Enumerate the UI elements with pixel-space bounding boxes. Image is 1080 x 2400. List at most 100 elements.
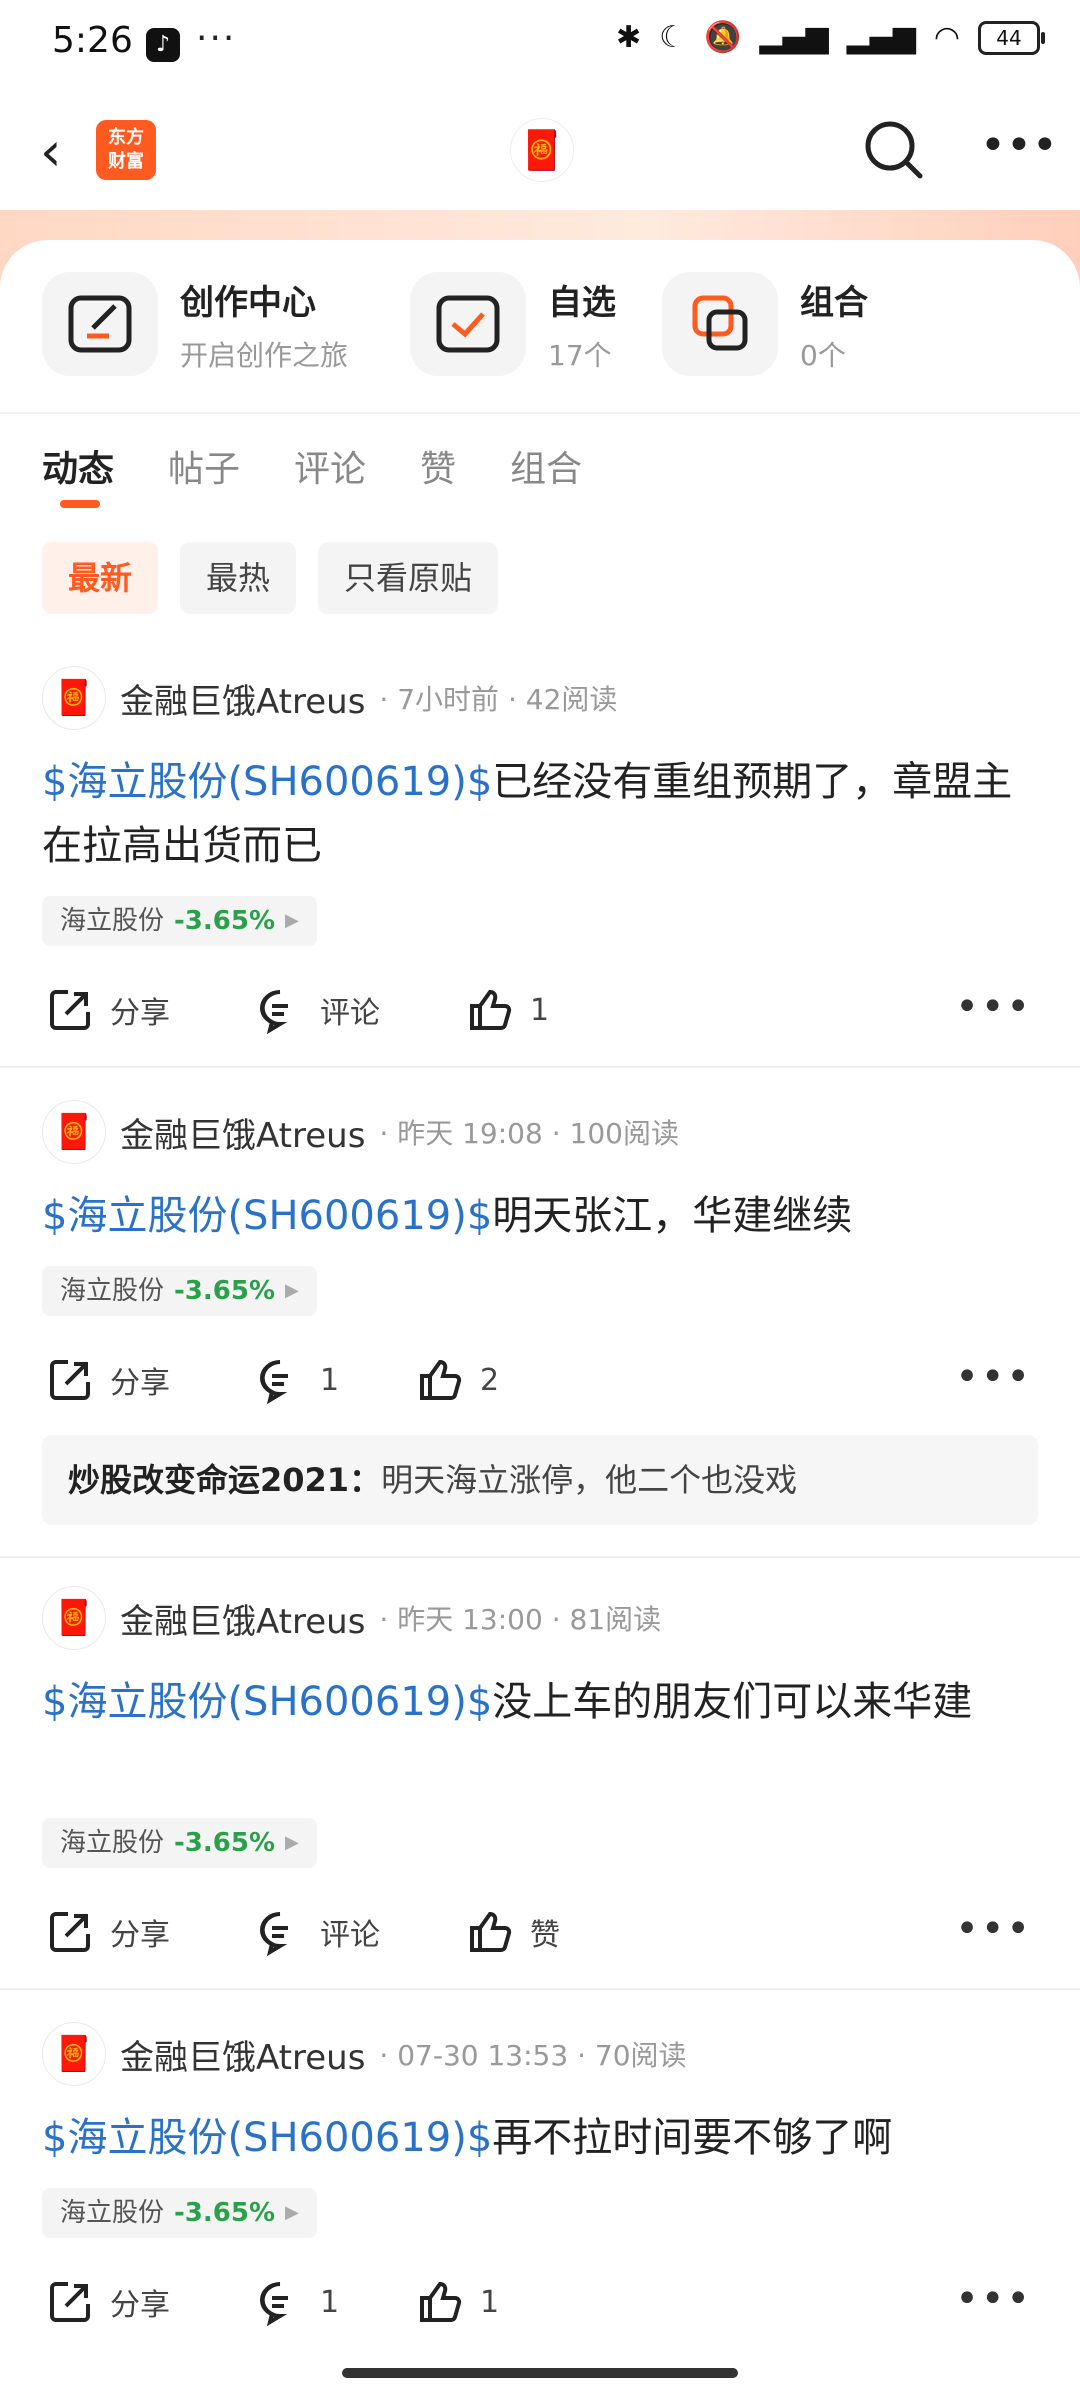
- post-actions: 分享 评论 1 •••: [42, 978, 1042, 1042]
- share-button[interactable]: 分享: [46, 1908, 170, 1956]
- back-icon[interactable]: ‹: [40, 120, 62, 183]
- quick-link-sub: 0个: [800, 338, 846, 372]
- tab-portfolio[interactable]: 组合: [510, 440, 582, 492]
- post-content[interactable]: $海立股份(SH600619)$没上车的朋友们可以来华建: [42, 1670, 1038, 1734]
- edit-icon: [42, 272, 158, 376]
- author-avatar[interactable]: 🧧: [42, 1586, 106, 1650]
- post-text: 再不拉时间要不够了啊: [492, 2115, 893, 2161]
- tab-comments[interactable]: 评论: [294, 440, 366, 492]
- post-content[interactable]: $海立股份(SH600619)$再不拉时间要不够了啊: [42, 2106, 1038, 2170]
- quick-link-title: 组合: [800, 282, 868, 323]
- like-button[interactable]: 赞: [466, 1908, 560, 1956]
- post-content[interactable]: $海立股份(SH600619)$明天张江，华建继续: [42, 1184, 1038, 1248]
- post-divider: [0, 1066, 1080, 1068]
- post-time: · 07-30 13:53 · 70阅读: [379, 2039, 687, 2072]
- post-divider: [0, 1988, 1080, 1990]
- post-time: · 昨天 19:08 · 100阅读: [379, 1117, 679, 1150]
- post-more-icon[interactable]: •••: [955, 1354, 1032, 1400]
- share-icon: [50, 990, 90, 1030]
- tab-dynamic[interactable]: 动态: [42, 440, 114, 508]
- quick-link-title: 自选: [548, 282, 616, 323]
- comment-button[interactable]: 1: [256, 2278, 339, 2326]
- comment-button[interactable]: 评论: [256, 986, 380, 1034]
- like-button[interactable]: 1: [416, 2278, 499, 2326]
- filter-latest[interactable]: 最新: [42, 542, 159, 614]
- post-actions: 分享 1 2 •••: [42, 1348, 1042, 1412]
- comment-button[interactable]: 1: [256, 1356, 339, 1404]
- stock-link[interactable]: $海立股份(SH600619)$: [42, 1679, 492, 1725]
- more-icon[interactable]: •••: [980, 120, 1058, 171]
- quick-link-sub: 开启创作之旅: [180, 338, 349, 372]
- user-avatar[interactable]: 🧧: [510, 118, 574, 182]
- stock-tag[interactable]: 海立股份 -3.65% ▶: [42, 1818, 317, 1868]
- triangle-right-icon: ▶: [285, 2202, 299, 2223]
- comment-icon: [260, 1360, 288, 1404]
- comment-icon: [260, 990, 288, 1034]
- stock-link[interactable]: $海立股份(SH600619)$: [42, 759, 492, 805]
- comment-button[interactable]: 评论: [256, 1908, 380, 1956]
- status-more-icon: ···: [196, 18, 237, 59]
- post-text: 没上车的朋友们可以来华建: [492, 1679, 973, 1725]
- post-more-icon[interactable]: •••: [955, 984, 1032, 1030]
- post-actions: 分享 1 1 •••: [42, 2270, 1042, 2334]
- share-icon: [50, 1360, 90, 1400]
- like-button[interactable]: 2: [416, 1356, 499, 1404]
- quick-link-watchlist[interactable]: 自选 17个: [410, 272, 616, 376]
- comment-icon: [260, 1912, 288, 1956]
- share-icon: [50, 2282, 90, 2322]
- quick-link-title: 创作中心: [180, 282, 316, 323]
- stock-tag[interactable]: 海立股份 -3.65% ▶: [42, 2188, 317, 2238]
- author-name[interactable]: 金融巨饿Atreus: [120, 1108, 365, 1157]
- author-avatar[interactable]: 🧧: [42, 2022, 106, 2086]
- thumbs-up-icon: [420, 1359, 462, 1400]
- app-logo[interactable]: 东方 财富: [96, 120, 156, 180]
- post-content[interactable]: $海立股份(SH600619)$已经没有重组预期了，章盟主在拉高出货而已: [42, 750, 1038, 878]
- search-icon[interactable]: [858, 114, 930, 186]
- tab-likes[interactable]: 赞: [420, 440, 456, 492]
- share-button[interactable]: 分享: [46, 1356, 170, 1404]
- post-more-icon[interactable]: •••: [955, 2276, 1032, 2322]
- like-button[interactable]: 1: [466, 986, 549, 1034]
- quick-link-portfolio[interactable]: 组合 0个: [662, 272, 868, 376]
- post-text: 明天张江，华建继续: [492, 1193, 853, 1239]
- status-time: 5:26: [52, 20, 133, 61]
- quick-link-sub: 17个: [548, 338, 612, 372]
- author-name[interactable]: 金融巨饿Atreus: [120, 1594, 365, 1643]
- author-avatar[interactable]: 🧧: [42, 666, 106, 730]
- stock-link[interactable]: $海立股份(SH600619)$: [42, 1193, 492, 1239]
- comment-icon: [260, 2282, 288, 2326]
- tiktok-icon: ♪: [146, 28, 180, 62]
- share-button[interactable]: 分享: [46, 986, 170, 1034]
- post-time: · 7小时前 · 42阅读: [379, 683, 618, 716]
- comment-author[interactable]: 炒股改变命运2021：: [68, 1461, 381, 1499]
- thumbs-up-icon: [420, 2281, 462, 2322]
- author-name[interactable]: 金融巨饿Atreus: [120, 2030, 365, 2079]
- share-button[interactable]: 分享: [46, 2278, 170, 2326]
- battery-icon: 44: [978, 20, 1045, 55]
- filter-chips: 最新 最热 只看原贴: [42, 542, 499, 614]
- signal-icon: ▂▄▆: [759, 20, 829, 55]
- stock-link[interactable]: $海立股份(SH600619)$: [42, 2115, 492, 2161]
- comment-text: 明天海立涨停，他二个也没戏: [381, 1461, 798, 1499]
- tab-posts[interactable]: 帖子: [168, 440, 240, 492]
- post-more-icon[interactable]: •••: [955, 1906, 1032, 1952]
- author-avatar[interactable]: 🧧: [42, 1100, 106, 1164]
- top-comment[interactable]: 炒股改变命运2021：明天海立涨停，他二个也没戏: [42, 1435, 1038, 1525]
- filter-original-only[interactable]: 只看原贴: [318, 542, 499, 614]
- moon-icon: ☾: [659, 20, 687, 55]
- triangle-right-icon: ▶: [285, 1280, 299, 1301]
- author-name[interactable]: 金融巨饿Atreus: [120, 674, 365, 723]
- section-divider: [0, 412, 1080, 414]
- thumbs-up-icon: [470, 989, 512, 1030]
- status-bar: 5:26 ♪ ··· ✱ ☾ 🔕 ▂▄▆ ▂▄▆ ◠ 44: [0, 0, 1080, 90]
- triangle-right-icon: ▶: [285, 1832, 299, 1853]
- quick-link-creation[interactable]: 创作中心 开启创作之旅: [42, 272, 348, 376]
- filter-hottest[interactable]: 最热: [180, 542, 297, 614]
- post-time: · 昨天 13:00 · 81阅读: [379, 1603, 662, 1636]
- wifi-icon: ◠: [933, 20, 960, 55]
- stock-tag[interactable]: 海立股份 -3.65% ▶: [42, 896, 317, 946]
- portfolio-icon: [662, 272, 778, 376]
- checkbox-icon: [410, 272, 526, 376]
- home-indicator[interactable]: [342, 2368, 738, 2378]
- stock-tag[interactable]: 海立股份 -3.65% ▶: [42, 1266, 317, 1316]
